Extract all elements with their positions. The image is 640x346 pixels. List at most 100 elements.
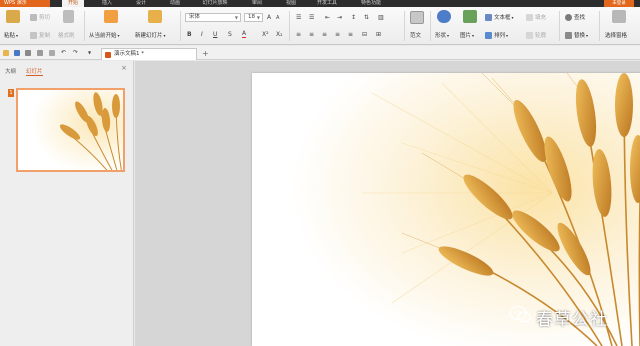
paste-button[interactable]: 粘贴 ▾ [4, 31, 18, 40]
line-spacing-icon[interactable]: ↕ [351, 14, 356, 21]
increase-indent-icon[interactable]: ⇥ [337, 14, 342, 21]
copy-button[interactable]: 复制 [30, 31, 50, 39]
strikethrough-icon[interactable]: S [228, 31, 232, 38]
divider [430, 11, 431, 41]
superscript-icon[interactable]: X² [262, 31, 269, 38]
undo-icon[interactable]: ↶ [61, 49, 66, 56]
slide-number-badge: 1 [8, 89, 14, 97]
bullets-icon[interactable]: ☰ [296, 14, 301, 21]
tab-developer[interactable]: 开发工具 [312, 0, 342, 7]
find-label: 查找 [574, 15, 586, 21]
ribbon-toolbar: 粘贴 ▾ 剪切 复制 格式刷 从当前开始 ▾ 新建幻灯片 ▾ 宋体 ▼ 18 ▼ A A … [0, 7, 640, 45]
divider [404, 11, 405, 41]
justify-icon[interactable]: ≡ [335, 31, 340, 38]
text-layout-icon[interactable]: ⊞ [376, 31, 381, 38]
new-tab-plus-icon[interactable]: + [202, 49, 209, 58]
signin-button[interactable]: 未登录 [604, 0, 634, 7]
align-text-icon[interactable]: ⊟ [362, 31, 367, 38]
play-from-current-label: 从当前开始 [89, 33, 117, 39]
divider [180, 11, 181, 41]
tab-design[interactable]: 设计 [130, 0, 152, 7]
tab-home[interactable]: 开始 [62, 0, 84, 7]
customize-dropdown-icon[interactable]: ▼ [88, 50, 91, 55]
divider [289, 11, 290, 41]
tab-review[interactable]: 审阅 [246, 0, 268, 7]
align-center-icon[interactable]: ≡ [309, 31, 314, 38]
font-size-value: 18 [248, 14, 255, 20]
fanwen-label: 范文 [410, 33, 422, 39]
font-name-value: 宋体 [189, 14, 201, 20]
text-box-icon [485, 13, 492, 21]
font-color-icon[interactable]: A [242, 31, 247, 38]
outline-button[interactable]: 轮廓 [526, 31, 546, 39]
chevron-down-icon: ▼ [256, 15, 260, 20]
shrink-font-icon[interactable]: A [276, 15, 279, 21]
app-menu-button[interactable]: WPS 演示 [0, 0, 50, 7]
play-from-current-button[interactable]: 从当前开始 ▾ [89, 31, 120, 40]
font-size-select[interactable]: 18 ▼ [244, 13, 263, 22]
font-name-select[interactable]: 宋体 ▼ [185, 13, 241, 22]
selection-pane-label: 选择窗格 [605, 33, 628, 39]
redo-icon[interactable]: ↷ [73, 49, 78, 56]
align-right-icon[interactable]: ≡ [322, 31, 327, 38]
underline-icon[interactable]: U [213, 31, 217, 38]
text-box-label: 文本框 [494, 15, 511, 21]
tab-special[interactable]: 特色功能 [356, 0, 386, 7]
template-icon [410, 11, 424, 24]
replace-button[interactable]: 替换 ▾ [565, 31, 588, 39]
bold-icon[interactable]: B [187, 31, 192, 38]
open-folder-icon[interactable] [3, 50, 9, 56]
format-painter-button[interactable]: 格式刷 [58, 31, 75, 39]
arrange-button[interactable]: 排列 ▾ [485, 31, 508, 39]
outline-icon [526, 31, 533, 39]
paste-label: 粘贴 [4, 33, 16, 39]
format-painter-icon [63, 10, 74, 23]
cut-label: 剪切 [39, 15, 51, 21]
tab-insert[interactable]: 插入 [96, 0, 118, 7]
shapes-label: 形状 [435, 33, 447, 39]
wechat-icon [509, 305, 531, 323]
tab-animation[interactable]: 动画 [164, 0, 186, 7]
watermark-text: 春草公社 [536, 310, 608, 330]
tab-slides[interactable]: 幻灯片 [26, 67, 43, 76]
fill-button[interactable]: 填充 [526, 13, 546, 21]
grow-font-icon[interactable]: A [267, 14, 271, 21]
shapes-button[interactable]: 形状 ▾ [435, 31, 449, 40]
decrease-indent-icon[interactable]: ⇤ [325, 14, 330, 21]
tab-slideshow[interactable]: 幻灯片放映 [198, 0, 232, 7]
menu-bar: WPS 演示 开始 插入 设计 动画 幻灯片放映 审阅 视图 开发工具 特色功能… [0, 0, 640, 7]
divider [599, 11, 600, 41]
new-slide-button[interactable]: 新建幻灯片 ▾ [135, 31, 166, 40]
find-button[interactable]: 查找 [565, 13, 585, 21]
save-icon[interactable] [14, 50, 20, 56]
replace-icon [565, 31, 572, 39]
image-button[interactable]: 图片 ▾ [460, 31, 474, 40]
tab-outline[interactable]: 大纲 [5, 67, 16, 75]
image-icon [463, 10, 477, 23]
italic-icon[interactable]: I [201, 31, 203, 38]
slide-thumbnail[interactable] [16, 88, 125, 172]
print-preview-icon[interactable] [49, 50, 55, 56]
slideshow-icon [104, 10, 118, 23]
selection-pane-icon [612, 10, 626, 23]
shapes-icon [437, 10, 451, 23]
close-icon[interactable]: × [121, 64, 127, 72]
text-direction-icon[interactable]: ⇅ [364, 14, 369, 21]
slide-editing-area [135, 61, 640, 346]
columns-icon[interactable]: ▥ [378, 14, 384, 21]
distribute-icon[interactable]: ≡ [348, 31, 353, 38]
selection-pane-button[interactable]: 选择窗格 [605, 31, 627, 39]
fanwen-button[interactable]: 范文 [410, 31, 421, 39]
subscript-icon[interactable]: X₂ [276, 31, 283, 38]
text-box-button[interactable]: 文本框 ▾ [485, 13, 514, 21]
numbering-icon[interactable]: ☰ [309, 14, 314, 21]
document-tab[interactable]: 演示文稿1 * [101, 48, 197, 60]
save-as-icon[interactable] [25, 50, 31, 56]
paste-icon[interactable] [6, 10, 20, 23]
cut-button[interactable]: 剪切 [30, 13, 50, 21]
print-icon[interactable] [37, 50, 43, 56]
tab-view[interactable]: 视图 [280, 0, 302, 7]
new-slide-icon [148, 10, 162, 23]
align-left-icon[interactable]: ≡ [296, 31, 301, 38]
slide-navigation-pane: 大纲 幻灯片 × 1 [0, 61, 134, 346]
